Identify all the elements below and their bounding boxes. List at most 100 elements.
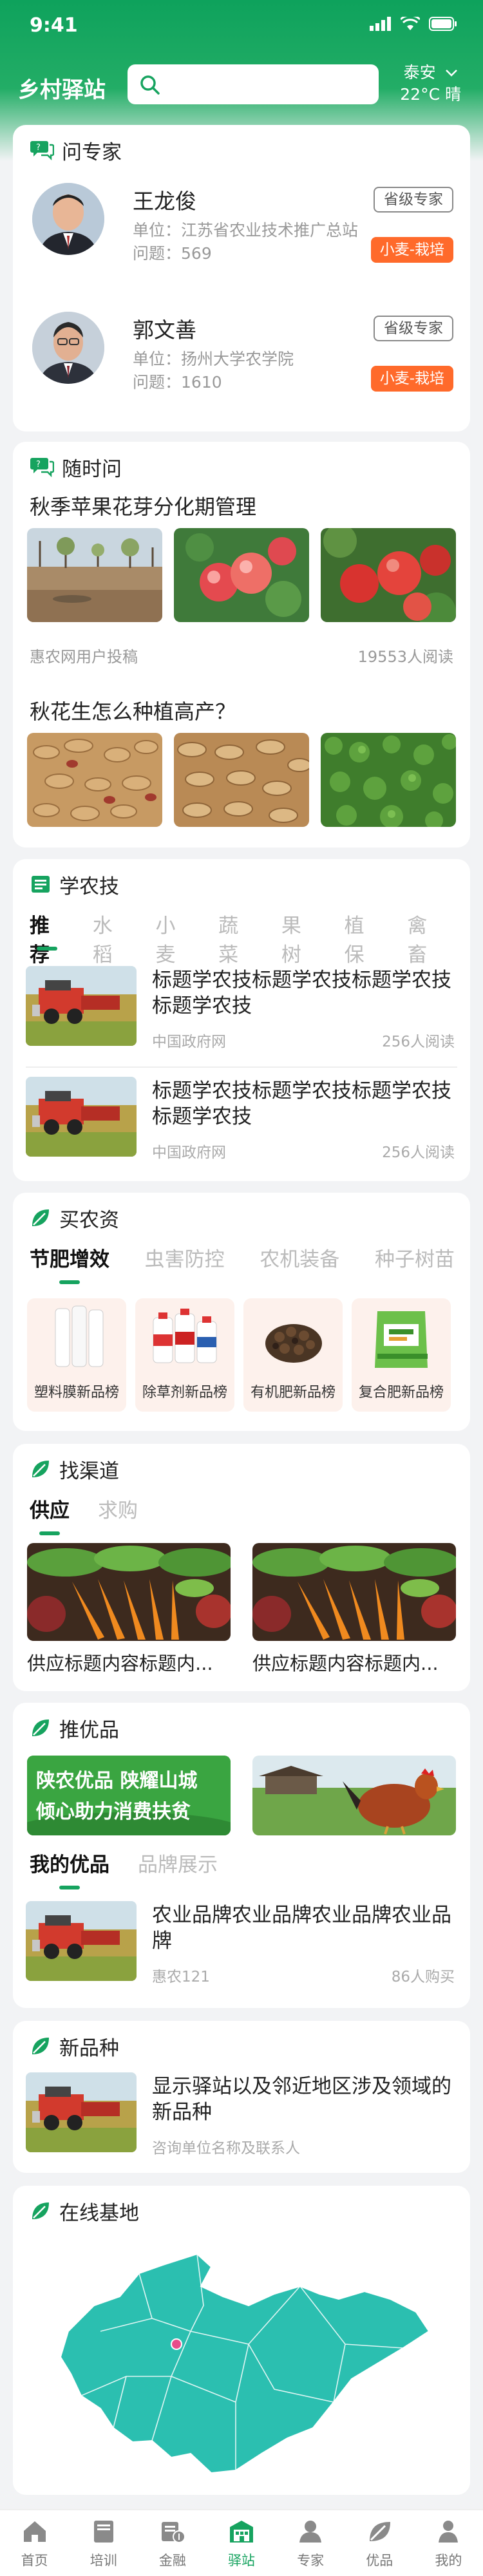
tab-my-products[interactable]: 我的优品 — [30, 1848, 109, 1880]
product-source: 惠农121 — [152, 1969, 210, 1985]
tabbar-mine[interactable]: 我的 — [414, 2510, 483, 2576]
learn-section-title: 学农技 — [30, 871, 119, 898]
leaf-icon — [32, 1461, 49, 1477]
vegetables-photo[interactable] — [252, 1543, 456, 1641]
plastic-film-image — [55, 1305, 104, 1367]
channel-tabs: 供应 求购 — [30, 1494, 166, 1526]
tabbar-label: 优品 — [366, 2553, 393, 2568]
peanut-photo[interactable] — [174, 733, 309, 827]
question-title[interactable]: 秋花生怎么种植高产？ — [30, 696, 236, 725]
leaf-icon — [370, 2522, 391, 2541]
expert-card[interactable]: 郭文善 单位：扬州大学农学院 问题：1610 省级专家 小麦-栽培 — [26, 294, 457, 416]
tabbar-finance[interactable]: 金融 — [138, 2510, 207, 2576]
product-label: 除草剂新品榜 — [142, 1385, 227, 1401]
varieties-section-title: 新品种 — [30, 2032, 119, 2060]
tab-pest-control[interactable]: 虫害防控 — [145, 1243, 225, 1275]
tab-supply[interactable]: 供应 — [30, 1494, 70, 1526]
product-organic[interactable]: 有机肥新品榜 — [243, 1298, 343, 1412]
apple-photo[interactable] — [321, 528, 456, 622]
expert-name: 郭文善 — [133, 317, 196, 343]
svg-text:?: ? — [36, 460, 41, 469]
banner-line-1: 陕农优品 陕耀山城 — [36, 1770, 198, 1792]
question-reads: 19553人阅读 — [357, 648, 453, 666]
tabbar-station[interactable]: 驿站 — [207, 2510, 276, 2576]
tab-seeds[interactable]: 种子树苗 — [375, 1243, 455, 1275]
battery-icon — [429, 17, 457, 31]
product-item[interactable]: 农业品牌农业品牌农业品牌农业品牌 惠农121 86人购买 — [26, 1889, 457, 1999]
tabbar-label: 培训 — [90, 2553, 117, 2568]
home-icon — [23, 2521, 46, 2542]
leaf-icon — [32, 1719, 49, 1736]
expert-field-tag: 小麦-栽培 — [370, 366, 453, 392]
orchard-photo[interactable] — [27, 528, 162, 622]
expert-unit: 单位：扬州大学农学院 — [133, 350, 294, 368]
tab-recommend[interactable]: 推荐 — [30, 909, 64, 967]
supplies-title: 买农资 — [59, 1208, 119, 1232]
supplies-card: 买农资 节肥增效 虫害防控 农机装备 种子树苗 塑料膜新品榜 除草剂新品榜 有机… — [13, 1193, 470, 1431]
tab-brand-showcase[interactable]: 品牌展示 — [138, 1848, 218, 1880]
apple-photo[interactable] — [174, 528, 309, 622]
learn-tabs: 推荐 水稻 小麦 蔬菜 果树 植保 禽畜 — [30, 909, 470, 967]
article-title: 标题学农技标题学农技标题学农技标题学农技 — [152, 969, 451, 1018]
supply-item-title[interactable]: 供应标题内容标题内... — [252, 1649, 456, 1676]
top-nav: 乡村驿站 泰安 22°C 晴 — [0, 62, 483, 108]
user-icon — [439, 2521, 459, 2543]
product-label: 复合肥新品榜 — [358, 1385, 444, 1401]
experts-card: ? 问专家 王龙俊 单位：江苏省农业技术推广总站 问题：569 省级专家 小麦-… — [13, 125, 470, 431]
status-icons — [370, 17, 457, 31]
tabbar-label: 驿站 — [227, 2553, 255, 2568]
product-film[interactable]: 塑料膜新品榜 — [27, 1298, 126, 1412]
question-source: 惠农网用户投稿 — [30, 648, 138, 666]
tab-vegetables[interactable]: 蔬菜 — [218, 909, 253, 967]
status-bar: 9:41 — [0, 0, 483, 54]
chat-question-icon: ? — [30, 141, 54, 161]
expert-level-badge: 省级专家 — [374, 316, 453, 341]
question-title[interactable]: 秋季苹果花芽分化期管理 — [30, 491, 256, 520]
peanut-field-photo[interactable] — [321, 733, 456, 827]
tabbar-products[interactable]: 优品 — [345, 2510, 414, 2576]
vegetables-photo[interactable] — [27, 1543, 231, 1641]
article-item[interactable]: 标题学农技标题学农技标题学农技标题学农技 中国政府网 256人阅读 — [26, 1065, 457, 1175]
tab-fertilizer[interactable]: 节肥增效 — [30, 1243, 109, 1275]
tab-livestock[interactable]: 禽畜 — [407, 909, 442, 967]
qa-title: 随时问 — [62, 457, 122, 481]
expert-icon — [299, 2521, 322, 2543]
supply-item-title[interactable]: 供应标题内容标题内... — [27, 1649, 231, 1676]
article-item[interactable]: 标题学农技标题学农技标题学农技标题学农技 中国政府网 256人阅读 — [26, 954, 457, 1064]
variety-source: 咨询单位名称及联系人 — [152, 2140, 300, 2157]
tab-rice[interactable]: 水稻 — [93, 909, 128, 967]
tabbar-experts[interactable]: 专家 — [276, 2510, 345, 2576]
tab-plant-protection[interactable]: 植保 — [345, 909, 379, 967]
tabbar-home[interactable]: 首页 — [0, 2510, 69, 2576]
expert-card[interactable]: 王龙俊 单位：江苏省农业技术推广总站 问题：569 省级专家 小麦-栽培 — [26, 165, 457, 287]
promo-banner[interactable]: 陕农优品 陕耀山城 倾心助力消费扶贫 — [27, 1756, 231, 1835]
product-herbicide[interactable]: 除草剂新品榜 — [135, 1298, 234, 1412]
search-bar[interactable] — [128, 64, 379, 104]
peanut-photo[interactable] — [27, 733, 162, 827]
harvester-image — [26, 2072, 137, 2152]
banner-line-2: 倾心助力消费扶贫 — [36, 1801, 191, 1823]
tab-machinery[interactable]: 农机装备 — [260, 1243, 339, 1275]
compound-fertilizer-image — [375, 1311, 428, 1368]
promo-tabs: 我的优品 品牌展示 — [30, 1848, 246, 1880]
signal-icon — [370, 17, 391, 31]
bottom-tab-bar: 首页 培训 金融 驿站 专家 优品 我的 — [0, 2509, 483, 2576]
tab-fruit-trees[interactable]: 果树 — [281, 909, 316, 967]
province-map[interactable] — [43, 2235, 442, 2479]
channel-card: 找渠道 供应 求购 供应标题内容标题内... 供应标题内容标题内... — [13, 1444, 470, 1691]
expert-level-badge: 省级专家 — [374, 187, 453, 213]
varieties-card: 新品种 显示驿站以及邻近地区涉及领域的新品种 咨询单位名称及联系人 — [13, 2021, 470, 2173]
weather-text: 22°C 晴 — [400, 85, 461, 104]
variety-item[interactable]: 显示驿站以及邻近地区涉及领域的新品种 咨询单位名称及联系人 — [26, 2061, 457, 2170]
product-compound[interactable]: 复合肥新品榜 — [352, 1298, 451, 1412]
weather-widget[interactable]: 泰安 22°C 晴 — [400, 62, 461, 106]
svg-text:?: ? — [36, 143, 41, 153]
base-location-marker[interactable] — [171, 2338, 182, 2350]
chicken-photo[interactable] — [252, 1756, 456, 1835]
wifi-icon — [401, 17, 420, 30]
tabbar-training[interactable]: 培训 — [69, 2510, 138, 2576]
promo-card: 推优品 陕农优品 陕耀山城 倾心助力消费扶贫 我的优品 品牌展示 农业品牌农业品… — [13, 1703, 470, 2008]
channel-section-title: 找渠道 — [30, 1455, 119, 1483]
tab-purchase[interactable]: 求购 — [98, 1494, 138, 1526]
tab-wheat[interactable]: 小麦 — [155, 909, 190, 967]
